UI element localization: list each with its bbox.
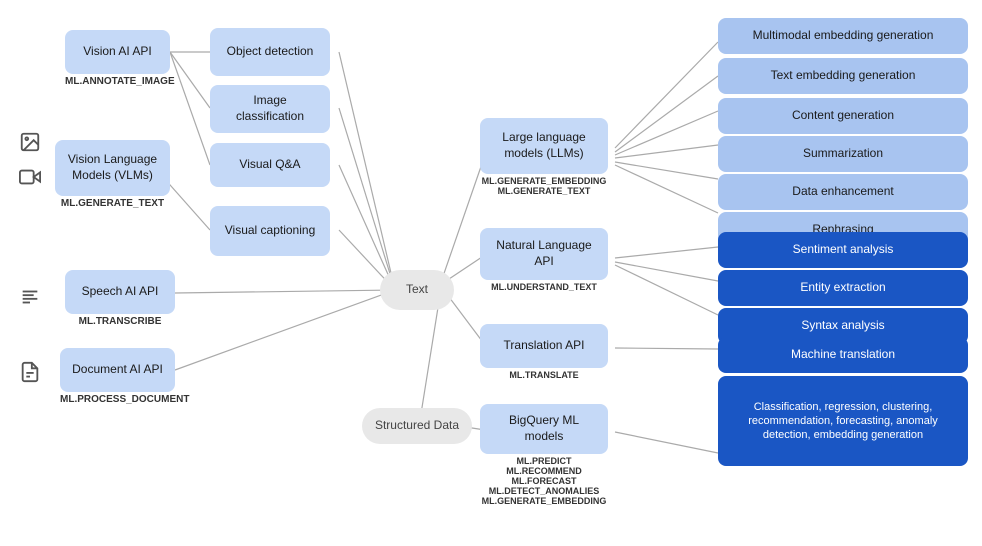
vision-api-node: Vision AI API (65, 30, 170, 74)
machine-translation-node: Machine translation (718, 337, 968, 373)
obj-detect-node: Object detection (210, 28, 330, 76)
entity-extraction-node: Entity extraction (718, 270, 968, 306)
classification-box-node: Classification, regression, clustering, … (718, 376, 968, 466)
vision-lang-label: ML.GENERATE_TEXT (55, 198, 170, 209)
content-gen-node: Content generation (718, 98, 968, 134)
text-node: Text (380, 270, 454, 310)
speech-api-label: ML.TRANSCRIBE (65, 316, 175, 327)
nlp-api-node: Natural Language API (480, 228, 608, 280)
text-embed-node: Text embedding generation (718, 58, 968, 94)
bigquery-ml-label: ML.PREDICT ML.RECOMMEND ML.FORECAST ML.D… (480, 456, 608, 506)
trans-api-node: Translation API (480, 324, 608, 368)
vision-lang-node: Vision Language Models (VLMs) (55, 140, 170, 196)
trans-api-label: ML.TRANSLATE (480, 370, 608, 380)
sentiment-analysis-node: Sentiment analysis (718, 232, 968, 268)
img-class-node: Image classification (210, 85, 330, 133)
visual-qa-node: Visual Q&A (210, 143, 330, 187)
data-enhancement-node: Data enhancement (718, 174, 968, 210)
summarization-node: Summarization (718, 136, 968, 172)
document-icon (18, 360, 42, 384)
visual-caption-node: Visual captioning (210, 206, 330, 256)
speech-icon (18, 285, 42, 309)
vision-api-label: ML.ANNOTATE_IMAGE (65, 76, 170, 87)
doc-api-node: Document AI API (60, 348, 175, 392)
doc-api-label: ML.PROCESS_DOCUMENT (60, 394, 175, 405)
speech-api-node: Speech AI API (65, 270, 175, 314)
bigquery-ml-node: BigQuery ML models (480, 404, 608, 454)
llm-label: ML.GENERATE_EMBEDDING ML.GENERATE_TEXT (480, 176, 608, 196)
multimodal-embed-node: Multimodal embedding generation (718, 18, 968, 54)
video-icon (18, 165, 42, 189)
structured-data-node: Structured Data (362, 408, 472, 444)
nlp-api-label: ML.UNDERSTAND_TEXT (480, 282, 608, 292)
llm-node: Large language models (LLMs) (480, 118, 608, 174)
image-icon (18, 130, 42, 154)
